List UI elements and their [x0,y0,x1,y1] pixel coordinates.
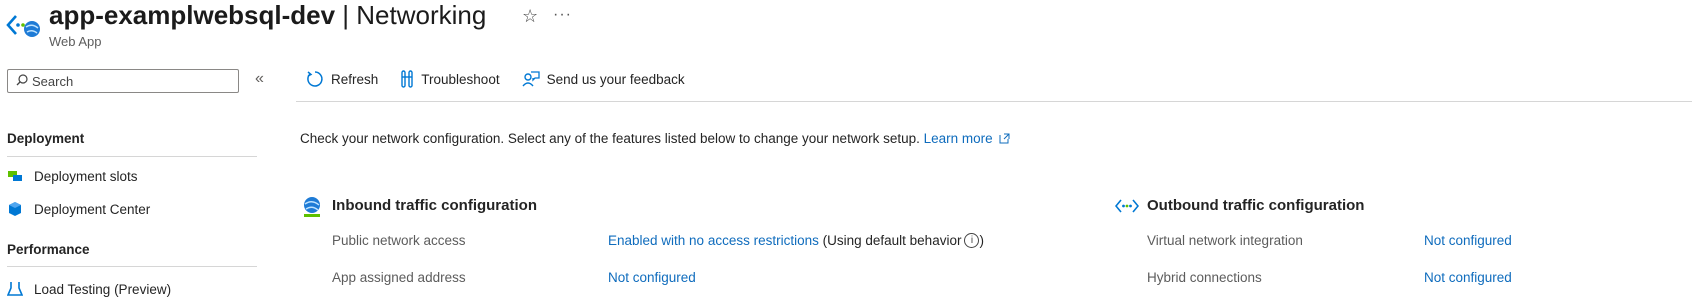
feedback-icon [522,70,540,88]
external-link-icon [999,133,1010,144]
vnet-integration-link[interactable]: Not configured [1424,233,1512,248]
sidebar-item-deployment-center[interactable]: Deployment Center [7,201,150,217]
inbound-icon [301,196,323,223]
outbound-icon [1114,198,1140,219]
public-network-access-value: Enabled with no access restrictions (Usi… [608,233,984,248]
sidebar-item-deployment-slots[interactable]: Deployment slots [7,168,138,184]
outbound-title: Outbound traffic configuration [1147,197,1365,214]
sidebar-item-label: Deployment Center [34,201,151,217]
search-icon [16,73,28,89]
nav-divider [7,156,257,157]
resource-type: Web App [49,34,102,49]
app-assigned-address-label: App assigned address [332,270,466,285]
public-network-access-link[interactable]: Enabled with no access restrictions [608,233,819,248]
deployment-center-icon [7,201,23,217]
sidebar-item-label: Deployment slots [34,168,138,184]
hybrid-connections-label: Hybrid connections [1147,270,1262,285]
sidebar-search[interactable] [7,69,239,93]
page-title: app-examplwebsql-dev | Networking [49,0,487,30]
deployment-slots-icon [7,168,23,184]
troubleshoot-button[interactable]: Troubleshoot [400,70,500,88]
info-icon[interactable]: i [964,233,980,248]
search-input[interactable] [28,73,238,89]
sidebar-item-label: Load Testing (Preview) [34,281,172,297]
vnet-integration-label: Virtual network integration [1147,233,1303,248]
nav-section-performance: Performance [7,242,90,257]
star-icon[interactable]: ☆ [522,6,538,27]
nav-divider [7,266,257,267]
feedback-button[interactable]: Send us your feedback [522,70,685,88]
hybrid-connections-link[interactable]: Not configured [1424,270,1512,285]
intro-text: Check your network configuration. Select… [300,131,1010,146]
ellipsis-icon[interactable]: ··· [553,6,572,24]
load-testing-icon [6,281,24,297]
app-service-icon [6,10,40,45]
sidebar-item-load-testing[interactable]: Load Testing (Preview) [6,281,172,297]
refresh-button[interactable]: Refresh [306,70,378,88]
public-network-access-label: Public network access [332,233,466,248]
toolbar-divider [296,101,1692,102]
inbound-title: Inbound traffic configuration [332,197,537,214]
collapse-sidebar-icon[interactable]: « [255,70,264,88]
troubleshoot-icon [400,70,414,88]
command-bar: Refresh Troubleshoot Send us your feedba… [306,70,685,88]
nav-section-deployment: Deployment [7,131,85,146]
refresh-icon [306,70,324,88]
app-assigned-address-link[interactable]: Not configured [608,270,696,285]
learn-more-link[interactable]: Learn more [924,131,1011,146]
